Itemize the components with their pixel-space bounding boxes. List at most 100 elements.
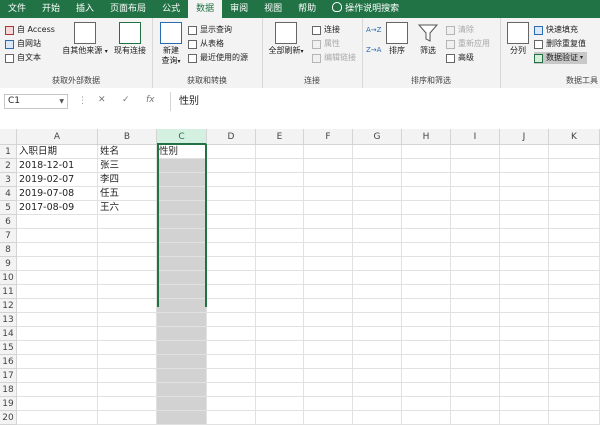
recent-sources-button[interactable]: 最近使用的源: [188, 52, 248, 64]
cell-j12[interactable]: [500, 299, 549, 313]
cell-f14[interactable]: [304, 327, 353, 341]
cell-c20[interactable]: [157, 411, 207, 425]
cell-e11[interactable]: [256, 285, 304, 299]
show-queries-button[interactable]: 显示查询: [188, 24, 232, 36]
cell-d1[interactable]: [207, 145, 256, 159]
cell-c13[interactable]: [157, 313, 207, 327]
cell-k5[interactable]: [549, 201, 600, 215]
insert-function-button[interactable]: fx: [146, 95, 155, 105]
cell-a19[interactable]: [17, 397, 98, 411]
cell-f2[interactable]: [304, 159, 353, 173]
cell-c14[interactable]: [157, 327, 207, 341]
cell-a6[interactable]: [17, 215, 98, 229]
row-header-10[interactable]: 10: [0, 271, 17, 285]
flash-fill-button[interactable]: 快速填充: [534, 24, 578, 36]
cell-e2[interactable]: [256, 159, 304, 173]
cell-j8[interactable]: [500, 243, 549, 257]
cell-f9[interactable]: [304, 257, 353, 271]
cell-f11[interactable]: [304, 285, 353, 299]
cancel-edit-button[interactable]: ✕: [98, 95, 106, 105]
cell-c18[interactable]: [157, 383, 207, 397]
tell-me-search[interactable]: 操作说明搜索: [324, 0, 407, 18]
cell-e12[interactable]: [256, 299, 304, 313]
row-header-5[interactable]: 5: [0, 201, 17, 215]
cell-i2[interactable]: [451, 159, 500, 173]
cell-g1[interactable]: [353, 145, 402, 159]
row-header-20[interactable]: 20: [0, 411, 17, 425]
cell-h5[interactable]: [402, 201, 451, 215]
row-header-12[interactable]: 12: [0, 299, 17, 313]
cell-j20[interactable]: [500, 411, 549, 425]
cell-d3[interactable]: [207, 173, 256, 187]
cell-d5[interactable]: [207, 201, 256, 215]
cell-j5[interactable]: [500, 201, 549, 215]
cell-g5[interactable]: [353, 201, 402, 215]
column-header-c[interactable]: C: [157, 129, 207, 145]
cell-b16[interactable]: [98, 355, 157, 369]
cell-c19[interactable]: [157, 397, 207, 411]
cell-e9[interactable]: [256, 257, 304, 271]
cell-h13[interactable]: [402, 313, 451, 327]
cell-a16[interactable]: [17, 355, 98, 369]
cell-c2[interactable]: [157, 159, 207, 173]
cell-i18[interactable]: [451, 383, 500, 397]
tab-view[interactable]: 视图: [256, 0, 290, 18]
cell-f5[interactable]: [304, 201, 353, 215]
data-validation-button[interactable]: 数据验证 ▾: [534, 52, 588, 64]
column-header-k[interactable]: K: [549, 129, 600, 145]
cell-e15[interactable]: [256, 341, 304, 355]
tab-formulas[interactable]: 公式: [154, 0, 188, 18]
cell-c5[interactable]: [157, 201, 207, 215]
cell-d17[interactable]: [207, 369, 256, 383]
row-header-15[interactable]: 15: [0, 341, 17, 355]
sort-descending-button[interactable]: Z→A: [366, 44, 381, 56]
tab-home[interactable]: 开始: [34, 0, 68, 18]
cell-b9[interactable]: [98, 257, 157, 271]
cell-b7[interactable]: [98, 229, 157, 243]
reapply-button[interactable]: 重新应用: [446, 38, 490, 50]
row-header-6[interactable]: 6: [0, 215, 17, 229]
cell-k2[interactable]: [549, 159, 600, 173]
cell-h19[interactable]: [402, 397, 451, 411]
cell-f10[interactable]: [304, 271, 353, 285]
cell-a15[interactable]: [17, 341, 98, 355]
cell-f1[interactable]: [304, 145, 353, 159]
cell-b19[interactable]: [98, 397, 157, 411]
cell-j11[interactable]: [500, 285, 549, 299]
cell-g6[interactable]: [353, 215, 402, 229]
cell-b14[interactable]: [98, 327, 157, 341]
text-to-columns-button[interactable]: 分列: [506, 22, 530, 56]
cell-i12[interactable]: [451, 299, 500, 313]
cell-f3[interactable]: [304, 173, 353, 187]
cell-f13[interactable]: [304, 313, 353, 327]
cell-a7[interactable]: [17, 229, 98, 243]
cell-c9[interactable]: [157, 257, 207, 271]
cell-g13[interactable]: [353, 313, 402, 327]
cell-h18[interactable]: [402, 383, 451, 397]
cell-e8[interactable]: [256, 243, 304, 257]
cell-e5[interactable]: [256, 201, 304, 215]
cell-f17[interactable]: [304, 369, 353, 383]
existing-connections-button[interactable]: 现有连接: [110, 22, 150, 56]
cell-g11[interactable]: [353, 285, 402, 299]
cell-g14[interactable]: [353, 327, 402, 341]
cell-b11[interactable]: [98, 285, 157, 299]
cell-d7[interactable]: [207, 229, 256, 243]
advanced-filter-button[interactable]: 高级: [446, 52, 474, 64]
cell-a17[interactable]: [17, 369, 98, 383]
cell-c1[interactable]: 性别: [157, 145, 207, 159]
cell-e19[interactable]: [256, 397, 304, 411]
cell-k3[interactable]: [549, 173, 600, 187]
cell-f7[interactable]: [304, 229, 353, 243]
edit-links-button[interactable]: 编辑链接: [312, 52, 356, 64]
tab-page-layout[interactable]: 页面布局: [102, 0, 154, 18]
cell-i13[interactable]: [451, 313, 500, 327]
connections-button[interactable]: 连接: [312, 24, 340, 36]
cell-e6[interactable]: [256, 215, 304, 229]
cell-i16[interactable]: [451, 355, 500, 369]
cell-h4[interactable]: [402, 187, 451, 201]
cell-b2[interactable]: 张三: [98, 159, 157, 173]
row-header-3[interactable]: 3: [0, 173, 17, 187]
cell-d20[interactable]: [207, 411, 256, 425]
cell-h1[interactable]: [402, 145, 451, 159]
